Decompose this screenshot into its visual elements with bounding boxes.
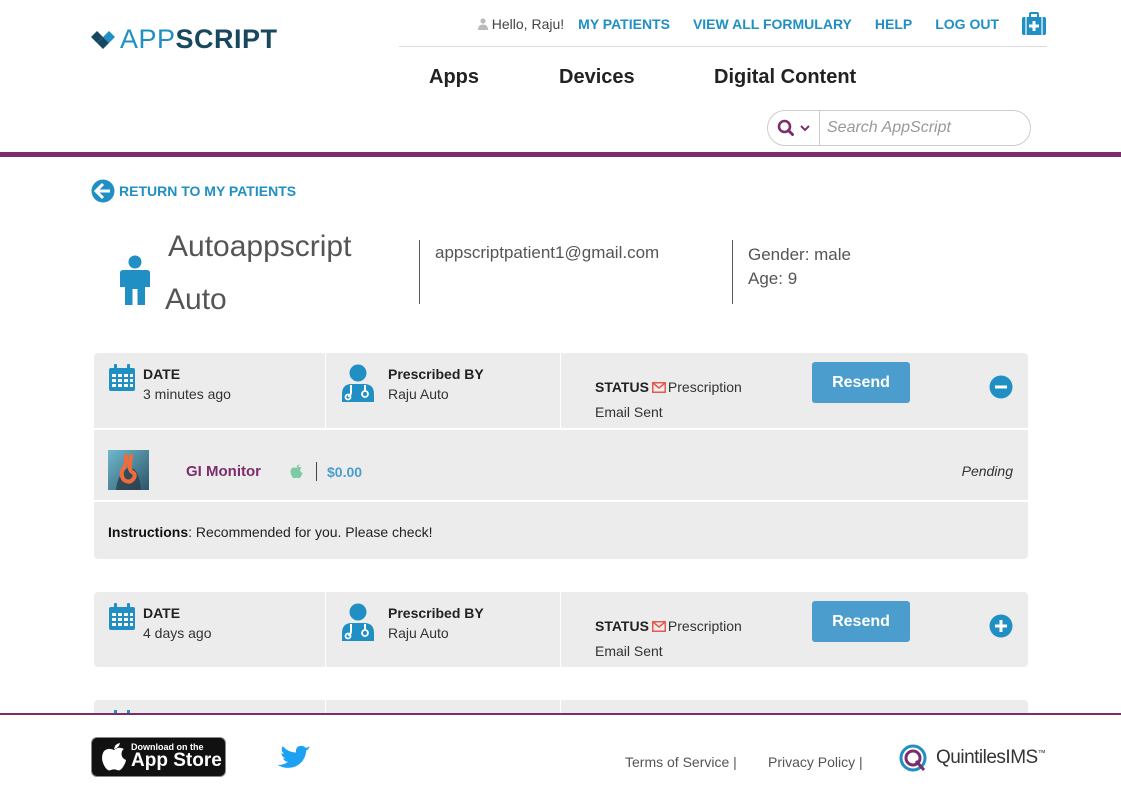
prescribed-by-label: Prescribed BY (388, 366, 484, 382)
nav-apps[interactable]: Apps (429, 66, 479, 89)
calendar-icon (109, 364, 135, 391)
patient-gender: Gender: male (748, 245, 851, 264)
prescription-header: DATE 3 minutes ago Prescribed BY Raju Au… (94, 353, 1028, 428)
status-value-line2: Email Sent (595, 404, 663, 420)
search-scope-button[interactable] (768, 111, 820, 145)
status-value-line1: Prescription (667, 618, 742, 634)
column-divider (325, 353, 326, 428)
user-icon (477, 18, 488, 30)
status: STATUS Prescription Email Sent (595, 375, 775, 425)
resend-button[interactable]: Resend (812, 601, 910, 642)
twitter-icon[interactable] (272, 739, 310, 771)
terms-of-service-link[interactable]: Terms of Service | (625, 754, 737, 770)
greeting-text: Hello, Raju! (491, 16, 565, 32)
patient-divider (732, 240, 733, 304)
expand-icon[interactable] (989, 614, 1013, 638)
date-label: DATE (143, 366, 181, 382)
header-accent-bar (0, 152, 1121, 157)
medical-kit-icon[interactable] (1021, 12, 1047, 36)
chevron-down-icon (800, 125, 810, 132)
stomach-icon (116, 454, 141, 490)
return-label: RETURN TO MY PATIENTS (119, 183, 297, 199)
apple-icon (290, 464, 303, 479)
logo-text: APPSCRIPT (120, 24, 278, 54)
appscript-logo[interactable]: APPSCRIPT (90, 24, 278, 55)
patient-last-name: Auto (165, 283, 227, 316)
doctor-icon (342, 603, 374, 641)
prescribed-by-label: Prescribed BY (388, 605, 484, 621)
nav-devices[interactable]: Devices (559, 66, 635, 89)
envelope-icon (651, 621, 666, 632)
prescribed-by-value: Raju Auto (388, 625, 449, 641)
site-footer: Download on the App Store Terms of Servi… (0, 713, 1121, 793)
item-status: Pending (961, 463, 1013, 479)
calendar-icon (109, 603, 135, 630)
prescription-header: DATE 4 days ago Prescribed BY Raju Auto … (94, 592, 1028, 667)
patient-demographics: Gender: male Age: 9 (748, 243, 851, 291)
status-label: STATUS (595, 379, 649, 395)
patient-divider (419, 240, 420, 304)
app-store-badge[interactable]: Download on the App Store (91, 737, 226, 777)
search-icon (777, 119, 794, 136)
appscript-logo-icon (91, 30, 115, 49)
date-label: DATE (143, 605, 181, 621)
instructions: Instructions: Recommended for you. Pleas… (108, 524, 432, 540)
instructions-label: Instructions (108, 524, 189, 540)
collapse-icon[interactable] (989, 375, 1013, 399)
search-box (767, 110, 1031, 146)
date-value: 3 minutes ago (143, 386, 231, 402)
patient-summary: Autoappscript Auto appscriptpatient1@gma… (118, 225, 1028, 325)
app-name[interactable]: GI Monitor (186, 463, 261, 480)
patient-email: appscriptpatient1@gmail.com (435, 243, 660, 262)
gi-monitor-thumbnail (108, 450, 149, 490)
site-header: APPSCRIPT Hello, Raju! MY PATIENTS VIEW … (0, 0, 1121, 152)
date-value: 4 days ago (143, 625, 212, 641)
status: STATUS Prescription Email Sent (595, 614, 775, 664)
return-to-patients-link[interactable]: RETURN TO MY PATIENTS (91, 179, 296, 203)
instructions-text: : Recommended for you. Please check! (188, 524, 433, 540)
status-value-line2: Email Sent (595, 643, 663, 659)
quintilesims-logo[interactable]: QuintilesIMS™ (898, 743, 1046, 773)
apple-logo-icon (102, 743, 126, 771)
instructions-row: Instructions: Recommended for you. Pleas… (94, 500, 1028, 559)
my-patients-link[interactable]: MY PATIENTS (578, 16, 670, 32)
search-input[interactable] (820, 119, 1020, 137)
price-separator (316, 462, 317, 481)
column-divider (560, 353, 561, 428)
column-divider (325, 592, 326, 667)
column-divider (560, 592, 561, 667)
prescribed-by-value: Raju Auto (388, 386, 449, 402)
log-out-link[interactable]: LOG OUT (935, 16, 999, 32)
patient-age: Age: 9 (748, 269, 798, 288)
help-link[interactable]: HELP (875, 16, 912, 32)
status-label: STATUS (595, 618, 649, 634)
user-greeting: Hello, Raju! (477, 16, 565, 32)
patient-icon (120, 255, 150, 305)
prescribed-app-row[interactable]: GI Monitor $0.00 Pending (94, 428, 1028, 500)
quintilesims-wordmark: QuintilesIMS™ (936, 747, 1046, 768)
envelope-icon (651, 382, 666, 393)
status-value-line1: Prescription (667, 379, 742, 395)
resend-button[interactable]: Resend (812, 362, 910, 403)
quintilesims-logo-icon (899, 744, 927, 772)
prescription-card: DATE 4 days ago Prescribed BY Raju Auto … (94, 592, 1028, 667)
app-store-title: App Store (131, 750, 222, 771)
patient-first-name: Autoappscript (168, 230, 352, 263)
doctor-icon (342, 364, 374, 402)
app-price: $0.00 (327, 464, 363, 480)
header-divider (399, 46, 1047, 47)
nav-digital-content[interactable]: Digital Content (714, 66, 856, 89)
privacy-policy-link[interactable]: Privacy Policy | (768, 754, 863, 770)
back-arrow-icon (91, 179, 115, 203)
top-links: Hello, Raju! MY PATIENTS VIEW ALL FORMUL… (477, 12, 1047, 36)
prescription-card: DATE 3 minutes ago Prescribed BY Raju Au… (94, 353, 1028, 559)
view-all-formulary-link[interactable]: VIEW ALL FORMULARY (693, 16, 852, 32)
